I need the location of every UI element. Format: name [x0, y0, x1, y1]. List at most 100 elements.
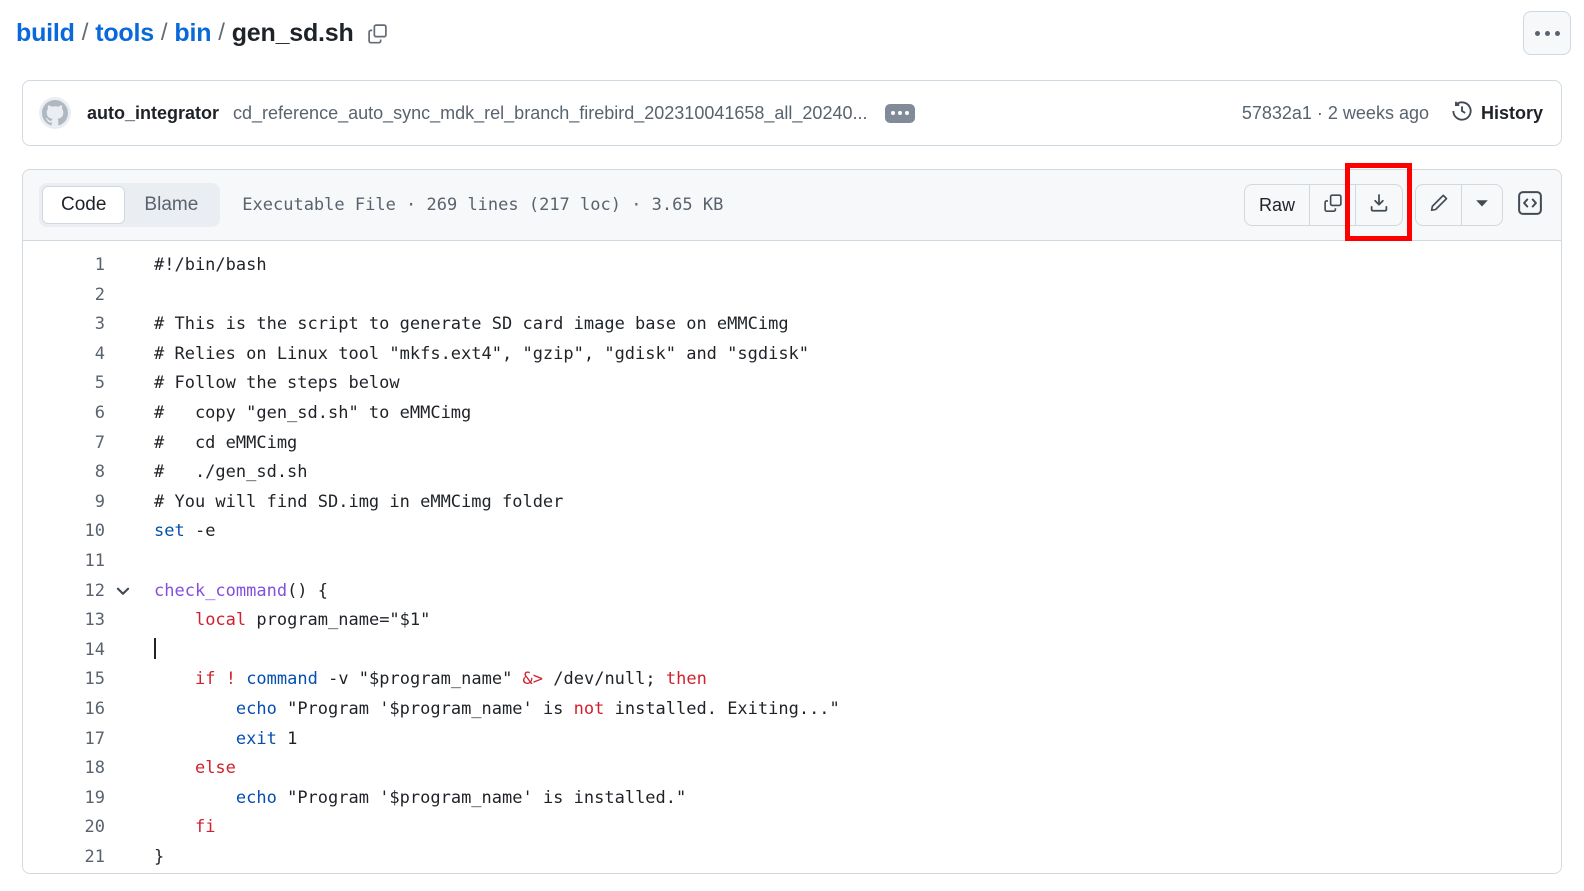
tab-blame[interactable]: Blame	[125, 186, 217, 224]
breadcrumb-separator: /	[161, 19, 167, 47]
code-line-content[interactable]: echo "Program '$program_name' is not ins…	[140, 695, 840, 725]
code-line-content[interactable]: check_command() {	[140, 577, 328, 607]
code-line-content[interactable]: local program_name="$1"	[140, 606, 430, 636]
code-line-content[interactable]: # Relies on Linux tool "mkfs.ext4", "gzi…	[140, 340, 809, 370]
code-line-content[interactable]: # ./gen_sd.sh	[140, 458, 308, 488]
commit-meta: 57832a1 · 2 weeks ago History	[1242, 100, 1543, 127]
code-line: 12 check_command() {	[23, 577, 1561, 607]
line-number[interactable]: 16	[23, 695, 105, 725]
line-number[interactable]: 6	[23, 399, 105, 429]
line-number[interactable]: 20	[23, 813, 105, 843]
code-line: 17 exit 1	[23, 725, 1561, 755]
code-line: 7 # cd eMMCimg	[23, 429, 1561, 459]
code-blame-switcher: Code Blame	[39, 183, 220, 227]
code-line: 13 local program_name="$1"	[23, 606, 1561, 636]
line-number[interactable]: 14	[23, 636, 105, 666]
fold-spacer	[105, 458, 140, 488]
line-number[interactable]: 19	[23, 784, 105, 814]
file-metadata: Executable File · 269 lines (217 loc) · …	[242, 195, 723, 215]
code-line-content[interactable]: if ! command -v "$program_name" &> /dev/…	[140, 665, 707, 695]
code-line: 6 # copy "gen_sd.sh" to eMMCimg	[23, 399, 1561, 429]
dot	[898, 111, 902, 115]
code-line-content[interactable]: }	[140, 843, 164, 873]
code-line-content[interactable]	[140, 636, 156, 666]
code-line: 20 fi	[23, 813, 1561, 843]
code-line-content[interactable]: # cd eMMCimg	[140, 429, 297, 459]
file-toolbar: Code Blame Executable File · 269 lines (…	[23, 170, 1561, 241]
line-number[interactable]: 3	[23, 310, 105, 340]
line-number[interactable]: 5	[23, 369, 105, 399]
line-number[interactable]: 2	[23, 281, 105, 311]
breadcrumb-separator: /	[218, 19, 224, 47]
fold-spacer	[105, 725, 140, 755]
line-number[interactable]: 8	[23, 458, 105, 488]
code-line-content[interactable]: fi	[140, 813, 215, 843]
history-button[interactable]: History	[1451, 100, 1543, 127]
code-line: 1 #!/bin/bash	[23, 251, 1561, 281]
code-line: 15 if ! command -v "$program_name" &> /d…	[23, 665, 1561, 695]
line-number[interactable]: 11	[23, 547, 105, 577]
copy-icon[interactable]	[367, 23, 388, 44]
more-options-button[interactable]	[1523, 11, 1571, 55]
dot	[1545, 31, 1550, 36]
tab-code[interactable]: Code	[42, 186, 125, 224]
commit-sha-and-time[interactable]: 57832a1 · 2 weeks ago	[1242, 103, 1429, 124]
fold-spacer	[105, 695, 140, 725]
code-line-content[interactable]: # copy "gen_sd.sh" to eMMCimg	[140, 399, 471, 429]
download-button[interactable]	[1356, 185, 1402, 225]
breadcrumb-item-bin[interactable]: bin	[174, 19, 211, 48]
code-line-content[interactable]: # Follow the steps below	[140, 369, 400, 399]
code-line: 18 else	[23, 754, 1561, 784]
expand-commit-message-button[interactable]	[885, 104, 915, 123]
code-line-content[interactable]: echo "Program '$program_name' is install…	[140, 784, 686, 814]
code-line-content[interactable]: # You will find SD.img in eMMCimg folder	[140, 488, 563, 518]
raw-button[interactable]: Raw	[1245, 185, 1310, 225]
code-line: 11	[23, 547, 1561, 577]
fold-spacer	[105, 429, 140, 459]
edit-dropdown-button[interactable]	[1462, 185, 1502, 225]
commit-author[interactable]: auto_integrator	[87, 103, 219, 124]
code-line: 4 # Relies on Linux tool "mkfs.ext4", "gz…	[23, 340, 1561, 370]
code-line-content[interactable]: #!/bin/bash	[140, 251, 267, 281]
fold-spacer	[105, 251, 140, 281]
commit-message[interactable]: cd_reference_auto_sync_mdk_rel_branch_fi…	[233, 103, 867, 124]
code-view-icon	[1515, 188, 1545, 223]
collapse-chevron-down-icon[interactable]	[105, 577, 140, 607]
fold-spacer	[105, 606, 140, 636]
line-number[interactable]: 13	[23, 606, 105, 636]
code-line-content[interactable]: # This is the script to generate SD card…	[140, 310, 789, 340]
line-number[interactable]: 9	[23, 488, 105, 518]
breadcrumb-item-tools[interactable]: tools	[95, 19, 154, 48]
line-number[interactable]: 12	[23, 577, 105, 607]
copy-raw-contents-button[interactable]	[1310, 185, 1356, 225]
line-number[interactable]: 7	[23, 429, 105, 459]
code-content[interactable]: 1 #!/bin/bash 23 # This is the script to ge…	[23, 241, 1561, 872]
fold-spacer	[105, 784, 140, 814]
code-line-content[interactable]: else	[140, 754, 236, 784]
dot	[1555, 31, 1560, 36]
line-number[interactable]: 21	[23, 843, 105, 873]
line-number[interactable]: 10	[23, 517, 105, 547]
line-number[interactable]: 17	[23, 725, 105, 755]
line-number[interactable]: 1	[23, 251, 105, 281]
code-line-content[interactable]: exit 1	[140, 725, 297, 755]
history-clock-icon	[1451, 100, 1473, 127]
code-line: 8 # ./gen_sd.sh	[23, 458, 1561, 488]
breadcrumb-header: build / tools / bin / gen_sd.sh	[0, 0, 1584, 66]
symbols-panel-button[interactable]	[1515, 188, 1545, 223]
github-octocat-avatar	[39, 97, 71, 129]
breadcrumb: build / tools / bin / gen_sd.sh	[16, 19, 388, 48]
line-number[interactable]: 15	[23, 665, 105, 695]
breadcrumb-separator: /	[82, 19, 88, 47]
fold-spacer	[105, 369, 140, 399]
fold-spacer	[105, 636, 140, 666]
line-number[interactable]: 18	[23, 754, 105, 784]
edit-button[interactable]	[1416, 185, 1462, 225]
line-number[interactable]: 4	[23, 340, 105, 370]
latest-commit-bar: auto_integrator cd_reference_auto_sync_m…	[22, 80, 1562, 146]
code-line: 5 # Follow the steps below	[23, 369, 1561, 399]
code-line-content[interactable]: set -e	[140, 517, 215, 547]
breadcrumb-current-file: gen_sd.sh	[232, 19, 354, 48]
breadcrumb-item-build[interactable]: build	[16, 19, 75, 48]
github-file-view: build / tools / bin / gen_sd.sh	[0, 0, 1584, 891]
